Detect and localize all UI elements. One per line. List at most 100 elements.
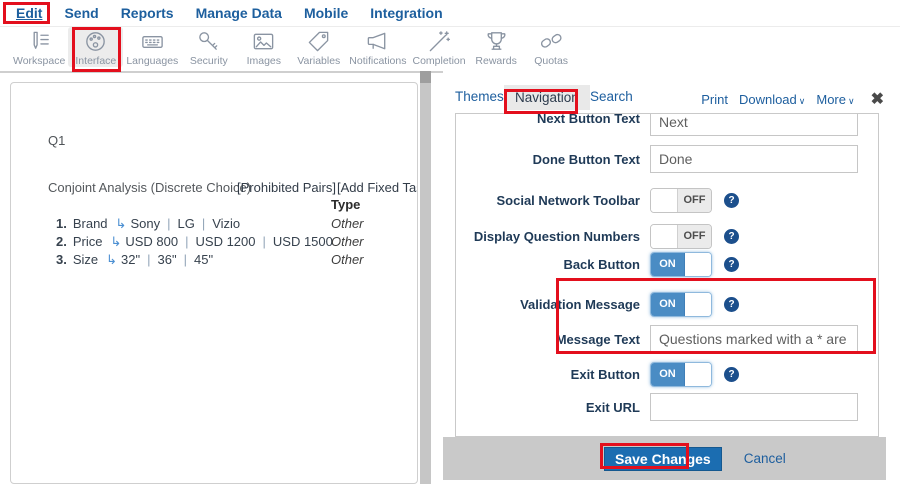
level-separator: |	[202, 216, 205, 231]
security-icon	[196, 29, 221, 54]
more-dropdown[interactable]: More∨	[816, 92, 854, 107]
toolbar-item-label: Workspace	[13, 55, 65, 67]
toolbar-item-variables[interactable]: Variables	[291, 27, 346, 67]
form-row: Validation Message ON ?	[456, 290, 878, 318]
message-text-input[interactable]	[650, 325, 858, 353]
toolbar-item-rewards[interactable]: Rewards	[469, 27, 524, 67]
print-link[interactable]: Print	[701, 92, 728, 107]
row-number: 2.	[56, 234, 67, 249]
field-label: Done Button Text	[456, 152, 640, 167]
attribute-type: Other	[331, 216, 364, 231]
row-number: 1.	[56, 216, 67, 231]
toolbar-item-workspace[interactable]: Workspace	[10, 27, 68, 67]
download-dropdown[interactable]: Download∨	[739, 92, 805, 107]
question-title[interactable]: Conjoint Analysis (Discrete Choice)	[48, 180, 251, 195]
toolbar-item-images[interactable]: Images	[236, 27, 291, 67]
form-row: Back Button ON ?	[456, 250, 878, 278]
cancel-link[interactable]: Cancel	[744, 451, 786, 466]
toolbar-item-label: Rewards	[475, 55, 516, 67]
preview-scrollbar[interactable]	[420, 71, 431, 484]
rewards-icon	[484, 29, 509, 54]
field-label: Validation Message	[456, 297, 640, 312]
level-separator: |	[185, 234, 188, 249]
level-separator: |	[167, 216, 170, 231]
level-separator: |	[263, 234, 266, 249]
toggle-knob	[685, 253, 711, 276]
toolbar-item-security[interactable]: Security	[181, 27, 236, 67]
toolbar-item-languages[interactable]: Languages	[123, 27, 181, 67]
chevron-down-icon: ∨	[799, 96, 806, 106]
toolbar-item-label: Notifications	[349, 55, 406, 67]
form-row: Done Button Text	[456, 145, 878, 173]
question-code: Q1	[48, 133, 65, 148]
variables-icon	[306, 29, 331, 54]
level-value: USD 1500	[273, 234, 333, 249]
level-value: LG	[177, 216, 194, 231]
field-label: Exit URL	[456, 400, 640, 415]
toolbar-item-label: Security	[190, 55, 228, 67]
help-icon[interactable]: ?	[724, 367, 739, 382]
toggle-state: OFF	[677, 189, 711, 212]
help-icon[interactable]: ?	[724, 257, 739, 272]
field-label: Social Network Toolbar	[456, 193, 640, 208]
row-number: 3.	[56, 252, 67, 267]
nav-item-edit[interactable]: Edit	[16, 5, 42, 21]
toolbar-divider	[0, 71, 443, 73]
tab-search[interactable]: Search	[590, 89, 633, 104]
navigation-settings-form: Next Button Text Done Button Text Social…	[455, 113, 879, 437]
help-icon[interactable]: ?	[724, 229, 739, 244]
toggle-state: ON	[651, 363, 685, 386]
level-value: Sony	[130, 216, 160, 231]
tab-navigation[interactable]: Navigation	[504, 85, 590, 110]
toggle-state: OFF	[677, 225, 711, 248]
nav-item-reports[interactable]: Reports	[121, 5, 174, 21]
nav-item-send[interactable]: Send	[64, 5, 98, 21]
add-fixed-tasks-link[interactable]: [Add Fixed Tasks	[337, 180, 418, 195]
toolbar-item-notifications[interactable]: Notifications	[346, 27, 409, 67]
exit-url-input[interactable]	[650, 393, 858, 421]
social-network-toolbar-toggle[interactable]: OFF	[650, 188, 712, 213]
help-icon[interactable]: ?	[724, 297, 739, 312]
form-row: Display Question Numbers OFF ?	[456, 222, 878, 250]
toolbar-item-label: Completion	[413, 55, 466, 67]
tab-themes[interactable]: Themes	[455, 89, 504, 104]
level-separator: |	[147, 252, 150, 267]
back-button-toggle[interactable]: ON	[650, 252, 712, 277]
toggle-knob	[685, 293, 711, 316]
next-button-text-input[interactable]	[650, 113, 858, 136]
toggle-knob	[651, 189, 677, 212]
attribute-row: 2.Price↳USD 800|USD 1200|USD 1500 Other	[56, 234, 416, 250]
form-row: Social Network Toolbar OFF ?	[456, 186, 878, 214]
level-value: 36"	[158, 252, 177, 267]
done-button-text-input[interactable]	[650, 145, 858, 173]
field-label: Back Button	[456, 257, 640, 272]
toggle-knob	[651, 225, 677, 248]
quotas-icon	[539, 29, 564, 54]
level-value: Vizio	[212, 216, 240, 231]
level-arrow-icon: ↳	[106, 252, 117, 267]
toolbar-item-quotas[interactable]: Quotas	[524, 27, 579, 67]
form-row: Exit Button ON ?	[456, 360, 878, 388]
field-label: Next Button Text	[456, 113, 640, 126]
help-icon[interactable]: ?	[724, 193, 739, 208]
toolbar-item-label: Languages	[126, 55, 178, 67]
attribute-type: Other	[331, 252, 364, 267]
edit-toolbar: Workspace Interface Languages Security I…	[0, 27, 900, 72]
display-question-numbers-toggle[interactable]: OFF	[650, 224, 712, 249]
nav-item-manage-data[interactable]: Manage Data	[196, 5, 282, 21]
toolbar-item-interface[interactable]: Interface	[68, 27, 123, 67]
save-changes-button[interactable]: Save Changes	[604, 447, 722, 471]
close-icon[interactable]: ✖	[871, 89, 884, 109]
validation-message-toggle[interactable]: ON	[650, 292, 712, 317]
nav-item-integration[interactable]: Integration	[370, 5, 442, 21]
form-row: Message Text	[456, 325, 878, 353]
survey-preview-panel: Q1 Conjoint Analysis (Discrete Choice) […	[10, 82, 418, 484]
nav-item-mobile[interactable]: Mobile	[304, 5, 348, 21]
workspace-icon	[27, 29, 52, 54]
settings-tabs: Themes Navigation Search Print Download∨…	[443, 85, 886, 113]
scrollbar-thumb[interactable]	[420, 71, 431, 83]
prohibited-pairs-link[interactable]: [Prohibited Pairs]	[237, 180, 336, 195]
exit-button-toggle[interactable]: ON	[650, 362, 712, 387]
toggle-state: ON	[651, 293, 685, 316]
toolbar-item-completion[interactable]: Completion	[410, 27, 469, 67]
